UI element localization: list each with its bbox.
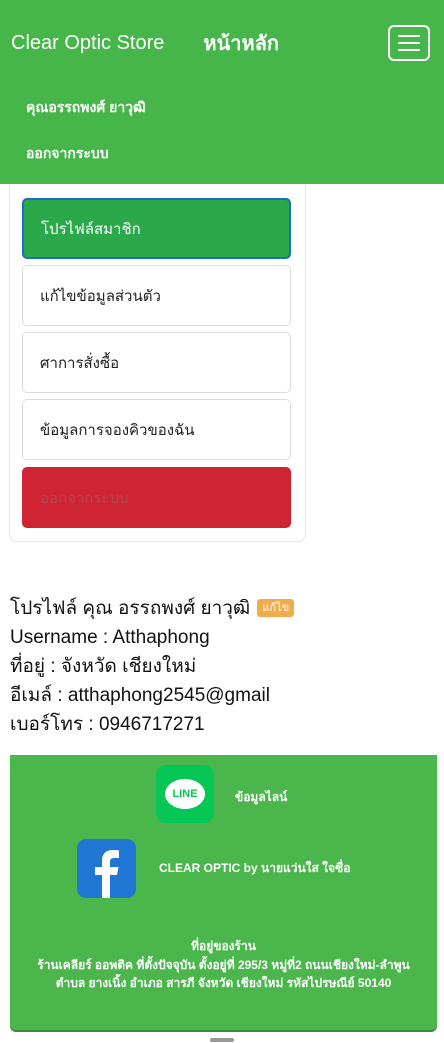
hamburger-menu-button[interactable] [388,25,430,61]
store-address-text: ร้านเคลียร์ ออพติค ที่ตั้งปัจจุบัน ตั้งอ… [37,958,410,990]
hamburger-icon-bar [398,35,420,37]
user-name-link[interactable]: คุณอรรถพงศ์ ยาวุฒิ [26,84,146,132]
line-bubble-shape: LINE [165,779,205,809]
navbar-brand-row: Clear Optic Store หน้าหลัก [11,0,433,86]
menu-item-profile[interactable]: โปรไฟล์สมาชิก [22,198,291,259]
line-icon[interactable]: LINE [156,765,214,823]
menu-item-my-bookings[interactable]: ข้อมูลการจองคิวของฉัน [22,399,291,460]
site-footer: LINE ข้อมูลไลน์ CLEAR OPTIC by นายแว่นใส… [10,755,437,1030]
edit-profile-badge[interactable]: แก้ไข [257,599,295,617]
line-icon-text: LINE [172,788,198,800]
top-navbar: Clear Optic Store หน้าหลัก คุณอรรถพงศ์ ย… [0,0,444,184]
profile-address: ที่อยู่ : จังหวัด เชียงใหม่ [10,656,197,677]
profile-info: โปรไฟล์ คุณ อรรถพงศ์ ยาวุฒิ แก้ไข Userna… [10,594,295,739]
profile-email: อีเมล์ : atthaphong2545@gmail [10,685,270,706]
profile-phone: เบอร์โทร : 0946717271 [10,714,205,735]
facebook-icon[interactable] [77,839,136,898]
menu-item-order-history[interactable]: ศาการสั่งซื้อ [22,332,291,393]
profile-heading-row: โปรไฟล์ คุณ อรรถพงศ์ ยาวุฒิ แก้ไข [10,594,295,623]
facebook-logo-glyph [95,850,119,898]
brand-link[interactable]: Clear Optic Store [11,32,164,55]
home-link[interactable]: หน้าหลัก [203,27,279,59]
profile-heading: โปรไฟล์ คุณ อรรถพงศ์ ยาวุฒิ [10,598,251,619]
navbar-logout-link[interactable]: ออกจากระบบ [26,130,109,178]
hamburger-icon-bar [398,42,420,44]
menu-item-logout[interactable]: ออกจากระบบ [22,467,291,528]
scroll-indicator [210,1038,234,1042]
menu-item-edit-profile[interactable]: แก้ไขข้อมูลส่วนตัว [22,265,291,326]
hamburger-icon-bar [398,49,420,51]
line-info-link[interactable]: ข้อมูลไลน์ [235,788,287,807]
facebook-page-link[interactable]: CLEAR OPTIC by นายแว่นใส ใจซื่อ [159,859,350,878]
profile-username: Username : Atthaphong [10,627,210,648]
store-address-title: ที่อยู่ของร้าน [191,939,256,953]
account-side-menu: โปรไฟล์สมาชิก แก้ไขข้อมูลส่วนตัว ศาการสั… [9,185,306,542]
